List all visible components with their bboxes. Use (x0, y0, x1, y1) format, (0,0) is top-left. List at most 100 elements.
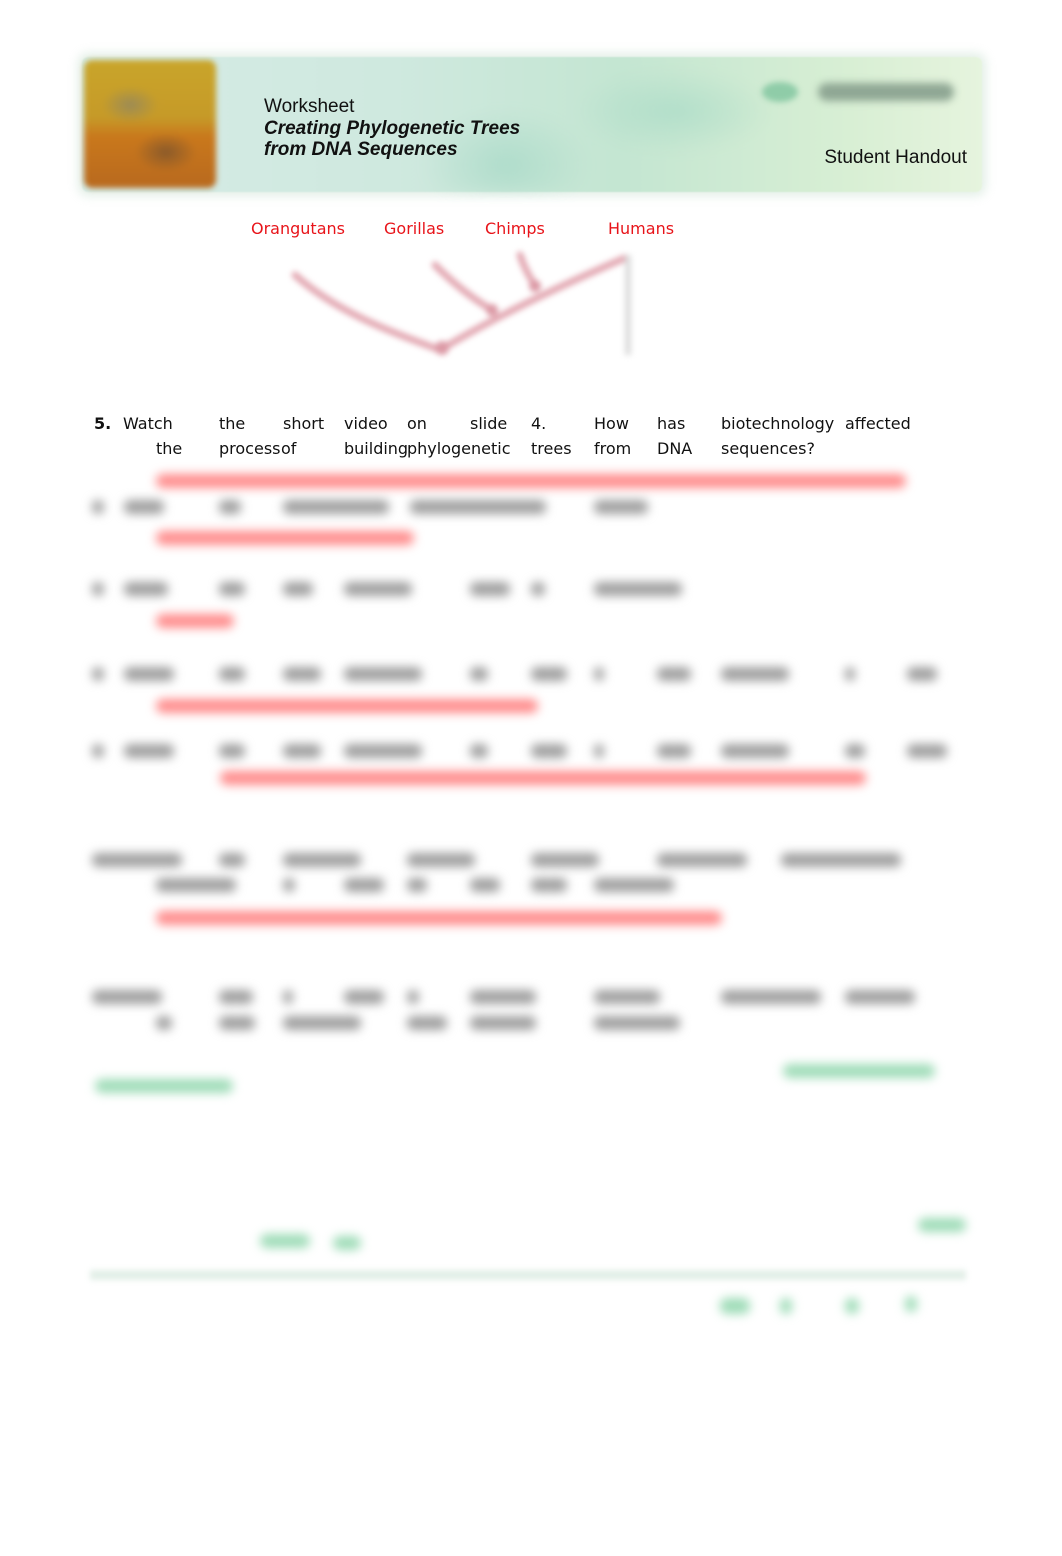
blurred-word (407, 878, 427, 892)
blurred-word (283, 744, 321, 758)
footer-page-blurred (905, 1296, 917, 1312)
blurred-word (407, 853, 475, 867)
q5-word: of (281, 439, 297, 458)
footer-page-blurred (780, 1298, 792, 1314)
q5-word: the (156, 439, 183, 458)
blurred-word (531, 878, 567, 892)
q5-word: phylogenetic (407, 439, 511, 458)
q5-word: from (594, 439, 632, 458)
logo-icon (762, 82, 798, 102)
blurred-word (594, 500, 648, 514)
blurred-word (92, 990, 162, 1004)
tree-branch-orangutans (291, 271, 444, 354)
tree-node-root (435, 341, 449, 355)
logo-wordmark (818, 83, 954, 101)
worksheet-label: Worksheet (264, 96, 355, 117)
footer-page-blurred (720, 1298, 750, 1314)
blurred-word (344, 667, 422, 681)
blurred-word (470, 744, 488, 758)
blurred-word (124, 582, 168, 596)
tree-label-chimps: Chimps (485, 219, 545, 238)
blurred-word (219, 990, 253, 1004)
blurred-word (156, 1016, 172, 1030)
tree-trunk (436, 254, 629, 354)
answer-9-blurred (220, 771, 866, 785)
footer-page-blurred (845, 1298, 859, 1314)
blurred-word (219, 853, 245, 867)
blurred-word (407, 1016, 447, 1030)
tree-label-orangutans: Orangutans (251, 219, 345, 238)
blurred-word (283, 500, 389, 514)
q5-word: How (594, 414, 629, 433)
footer-item-blurred (260, 1234, 310, 1248)
blurred-word (531, 853, 599, 867)
tree-branch-gorillas (431, 261, 496, 314)
blurred-word (92, 667, 104, 681)
blurred-word (531, 582, 545, 596)
answer-6-blurred (156, 531, 414, 545)
blurred-word (470, 878, 500, 892)
blurred-word (907, 744, 947, 758)
blurred-word (470, 1016, 536, 1030)
blurred-word (470, 990, 536, 1004)
blurred-word (283, 990, 293, 1004)
blurred-word (283, 853, 361, 867)
blurred-word (657, 853, 747, 867)
blurred-word (470, 582, 510, 596)
blurred-word (781, 853, 901, 867)
blurred-word (594, 878, 674, 892)
banner-photo (84, 60, 216, 188)
blurred-word (907, 667, 937, 681)
blurred-word (124, 667, 174, 681)
tree-node-chimp (529, 280, 541, 292)
question-number: 5. (94, 414, 112, 433)
tree-label-humans: Humans (608, 219, 675, 238)
blurred-word (92, 853, 182, 867)
blurred-word (283, 582, 313, 596)
blurred-word (407, 990, 419, 1004)
q5-word: 4. (531, 414, 547, 433)
blurred-word (92, 744, 104, 758)
tree-node-gorilla (486, 304, 498, 316)
blurred-word (219, 667, 245, 681)
q5-word: affected (845, 414, 911, 433)
q5-word: on (407, 414, 427, 433)
blurred-word (657, 667, 691, 681)
worksheet-title-line2: from DNA Sequences (264, 139, 458, 160)
blurred-word (124, 500, 164, 514)
blurred-word (283, 1016, 361, 1030)
blurred-word (344, 582, 412, 596)
q5-word: video (344, 414, 388, 433)
q5-word: DNA (657, 439, 693, 458)
q5-word: biotechnology (721, 414, 835, 433)
worksheet-title-line1: Creating Phylogenetic Trees (264, 118, 521, 139)
blurred-word (124, 744, 174, 758)
student-handout-label: Student Handout (824, 147, 967, 168)
q5-word: the (219, 414, 246, 433)
blurred-word (219, 744, 245, 758)
header-banner (82, 57, 982, 192)
blurred-word (283, 878, 295, 892)
blurred-word (470, 667, 488, 681)
blurred-word (219, 582, 245, 596)
blurred-word (219, 500, 241, 514)
footer-left-blurred (95, 1079, 233, 1093)
blurred-word (721, 744, 789, 758)
answer-8-blurred (156, 699, 538, 713)
blurred-word (594, 744, 604, 758)
blurred-word (721, 667, 789, 681)
answer-10-blurred (156, 911, 722, 925)
phylogenetic-tree (291, 251, 631, 355)
blurred-word (92, 582, 104, 596)
publisher-logo (762, 80, 958, 104)
q5-word: process (219, 439, 281, 458)
q5-word: slide (470, 414, 508, 433)
blurred-word (721, 990, 821, 1004)
blurred-word (531, 667, 567, 681)
blurred-word (344, 744, 422, 758)
footer-item-blurred (918, 1218, 966, 1232)
blurred-word (283, 667, 321, 681)
answer-7-blurred (156, 614, 234, 628)
blurred-word (657, 744, 691, 758)
blurred-word (594, 667, 604, 681)
